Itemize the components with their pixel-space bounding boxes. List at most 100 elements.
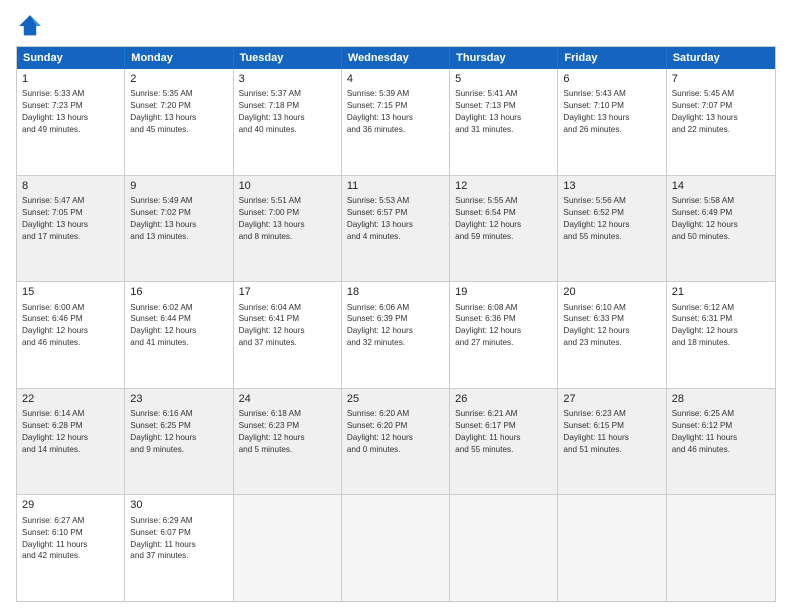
weekday-header-thursday: Thursday <box>450 47 558 69</box>
day-number: 14 <box>672 179 770 194</box>
day-number: 1 <box>22 72 119 87</box>
cell-info: Sunrise: 5:47 AM Sunset: 7:05 PM Dayligh… <box>22 195 119 243</box>
weekday-header-wednesday: Wednesday <box>342 47 450 69</box>
cell-info: Sunrise: 6:18 AM Sunset: 6:23 PM Dayligh… <box>239 408 336 456</box>
calendar-cell: 8Sunrise: 5:47 AM Sunset: 7:05 PM Daylig… <box>17 176 125 282</box>
weekday-header-friday: Friday <box>558 47 666 69</box>
cell-info: Sunrise: 6:16 AM Sunset: 6:25 PM Dayligh… <box>130 408 227 456</box>
calendar-cell: 6Sunrise: 5:43 AM Sunset: 7:10 PM Daylig… <box>558 69 666 175</box>
page: SundayMondayTuesdayWednesdayThursdayFrid… <box>0 0 792 612</box>
day-number: 7 <box>672 72 770 87</box>
calendar-cell: 27Sunrise: 6:23 AM Sunset: 6:15 PM Dayli… <box>558 389 666 495</box>
calendar-cell: 3Sunrise: 5:37 AM Sunset: 7:18 PM Daylig… <box>234 69 342 175</box>
calendar-row-2: 8Sunrise: 5:47 AM Sunset: 7:05 PM Daylig… <box>17 175 775 282</box>
cell-info: Sunrise: 5:45 AM Sunset: 7:07 PM Dayligh… <box>672 88 770 136</box>
day-number: 4 <box>347 72 444 87</box>
day-number: 11 <box>347 179 444 194</box>
calendar-cell <box>450 495 558 601</box>
day-number: 26 <box>455 392 552 407</box>
cell-info: Sunrise: 5:58 AM Sunset: 6:49 PM Dayligh… <box>672 195 770 243</box>
day-number: 19 <box>455 285 552 300</box>
calendar-cell <box>667 495 775 601</box>
calendar-header: SundayMondayTuesdayWednesdayThursdayFrid… <box>17 47 775 69</box>
cell-info: Sunrise: 5:51 AM Sunset: 7:00 PM Dayligh… <box>239 195 336 243</box>
cell-info: Sunrise: 5:56 AM Sunset: 6:52 PM Dayligh… <box>563 195 660 243</box>
calendar-cell: 11Sunrise: 5:53 AM Sunset: 6:57 PM Dayli… <box>342 176 450 282</box>
cell-info: Sunrise: 6:02 AM Sunset: 6:44 PM Dayligh… <box>130 302 227 350</box>
day-number: 9 <box>130 179 227 194</box>
calendar-cell: 9Sunrise: 5:49 AM Sunset: 7:02 PM Daylig… <box>125 176 233 282</box>
calendar-cell: 26Sunrise: 6:21 AM Sunset: 6:17 PM Dayli… <box>450 389 558 495</box>
calendar-cell: 13Sunrise: 5:56 AM Sunset: 6:52 PM Dayli… <box>558 176 666 282</box>
cell-info: Sunrise: 6:08 AM Sunset: 6:36 PM Dayligh… <box>455 302 552 350</box>
cell-info: Sunrise: 5:35 AM Sunset: 7:20 PM Dayligh… <box>130 88 227 136</box>
calendar-cell: 5Sunrise: 5:41 AM Sunset: 7:13 PM Daylig… <box>450 69 558 175</box>
day-number: 25 <box>347 392 444 407</box>
cell-info: Sunrise: 6:25 AM Sunset: 6:12 PM Dayligh… <box>672 408 770 456</box>
weekday-header-tuesday: Tuesday <box>234 47 342 69</box>
weekday-header-saturday: Saturday <box>667 47 775 69</box>
calendar-cell: 23Sunrise: 6:16 AM Sunset: 6:25 PM Dayli… <box>125 389 233 495</box>
day-number: 5 <box>455 72 552 87</box>
calendar-cell: 29 Sunrise: 6:27 AM Sunset: 6:10 PM Dayli… <box>17 495 125 601</box>
calendar: SundayMondayTuesdayWednesdayThursdayFrid… <box>16 46 776 602</box>
day-number: 17 <box>239 285 336 300</box>
weekday-header-monday: Monday <box>125 47 233 69</box>
day-number: 21 <box>672 285 770 300</box>
calendar-body: 1Sunrise: 5:33 AM Sunset: 7:23 PM Daylig… <box>17 69 775 601</box>
day-number: 8 <box>22 179 119 194</box>
cell-info: Sunrise: 6:06 AM Sunset: 6:39 PM Dayligh… <box>347 302 444 350</box>
day-number: 16 <box>130 285 227 300</box>
weekday-header-sunday: Sunday <box>17 47 125 69</box>
calendar-cell <box>558 495 666 601</box>
cell-info: Sunrise: 5:49 AM Sunset: 7:02 PM Dayligh… <box>130 195 227 243</box>
calendar-cell: 17 Sunrise: 6:04 AM Sunset: 6:41 PM Dayli… <box>234 282 342 388</box>
day-number: 18 <box>347 285 444 300</box>
logo-icon <box>16 12 44 40</box>
cell-info: Sunrise: 5:41 AM Sunset: 7:13 PM Dayligh… <box>455 88 552 136</box>
calendar-cell: 19 Sunrise: 6:08 AM Sunset: 6:36 PM Dayli… <box>450 282 558 388</box>
calendar-row-3: 15 Sunrise: 6:00 AM Sunset: 6:46 PM Dayli… <box>17 281 775 388</box>
day-number: 29 <box>22 498 119 513</box>
calendar-cell: 25Sunrise: 6:20 AM Sunset: 6:20 PM Dayli… <box>342 389 450 495</box>
cell-info: Sunrise: 6:14 AM Sunset: 6:28 PM Dayligh… <box>22 408 119 456</box>
cell-info: Sunrise: 6:04 AM Sunset: 6:41 PM Dayligh… <box>239 302 336 350</box>
calendar-cell: 30Sunrise: 6:29 AM Sunset: 6:07 PM Dayli… <box>125 495 233 601</box>
cell-info: Sunrise: 6:20 AM Sunset: 6:20 PM Dayligh… <box>347 408 444 456</box>
top-row <box>16 12 776 40</box>
day-number: 24 <box>239 392 336 407</box>
calendar-row-1: 1Sunrise: 5:33 AM Sunset: 7:23 PM Daylig… <box>17 69 775 175</box>
cell-info: Sunrise: 6:10 AM Sunset: 6:33 PM Dayligh… <box>563 302 660 350</box>
calendar-cell: 2Sunrise: 5:35 AM Sunset: 7:20 PM Daylig… <box>125 69 233 175</box>
cell-info: Sunrise: 6:12 AM Sunset: 6:31 PM Dayligh… <box>672 302 770 350</box>
day-number: 28 <box>672 392 770 407</box>
calendar-cell: 28Sunrise: 6:25 AM Sunset: 6:12 PM Dayli… <box>667 389 775 495</box>
calendar-cell: 20 Sunrise: 6:10 AM Sunset: 6:33 PM Dayli… <box>558 282 666 388</box>
day-number: 23 <box>130 392 227 407</box>
cell-info: Sunrise: 5:37 AM Sunset: 7:18 PM Dayligh… <box>239 88 336 136</box>
cell-info: Sunrise: 5:39 AM Sunset: 7:15 PM Dayligh… <box>347 88 444 136</box>
day-number: 27 <box>563 392 660 407</box>
cell-info: Sunrise: 6:21 AM Sunset: 6:17 PM Dayligh… <box>455 408 552 456</box>
logo <box>16 12 50 40</box>
cell-info: Sunrise: 5:53 AM Sunset: 6:57 PM Dayligh… <box>347 195 444 243</box>
day-number: 30 <box>130 498 227 513</box>
day-number: 6 <box>563 72 660 87</box>
cell-info: Sunrise: 6:27 AM Sunset: 6:10 PM Dayligh… <box>22 515 119 563</box>
day-number: 20 <box>563 285 660 300</box>
day-number: 12 <box>455 179 552 194</box>
day-number: 3 <box>239 72 336 87</box>
cell-info: Sunrise: 6:00 AM Sunset: 6:46 PM Dayligh… <box>22 302 119 350</box>
day-number: 15 <box>22 285 119 300</box>
calendar-cell: 14Sunrise: 5:58 AM Sunset: 6:49 PM Dayli… <box>667 176 775 282</box>
calendar-cell: 12Sunrise: 5:55 AM Sunset: 6:54 PM Dayli… <box>450 176 558 282</box>
day-number: 2 <box>130 72 227 87</box>
calendar-cell: 18 Sunrise: 6:06 AM Sunset: 6:39 PM Dayli… <box>342 282 450 388</box>
calendar-row-4: 22Sunrise: 6:14 AM Sunset: 6:28 PM Dayli… <box>17 388 775 495</box>
day-number: 22 <box>22 392 119 407</box>
calendar-cell: 7Sunrise: 5:45 AM Sunset: 7:07 PM Daylig… <box>667 69 775 175</box>
day-number: 10 <box>239 179 336 194</box>
calendar-cell <box>234 495 342 601</box>
calendar-cell: 24Sunrise: 6:18 AM Sunset: 6:23 PM Dayli… <box>234 389 342 495</box>
cell-info: Sunrise: 6:23 AM Sunset: 6:15 PM Dayligh… <box>563 408 660 456</box>
